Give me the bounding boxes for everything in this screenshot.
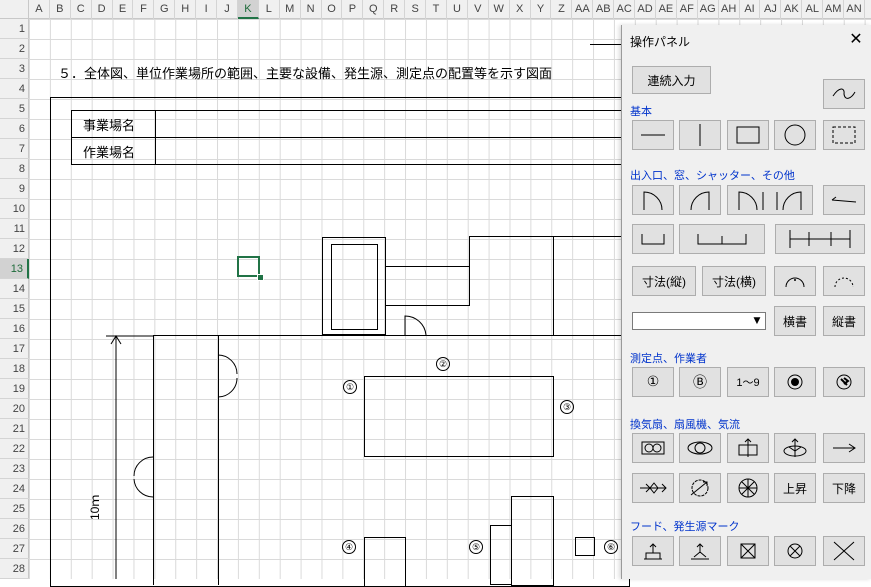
worker-icon: [836, 374, 852, 390]
dashed-rectangle-icon: [832, 126, 856, 144]
door-right-button[interactable]: [679, 185, 721, 215]
equipment-rect[interactable]: [575, 537, 595, 556]
cross-icon: [833, 541, 855, 561]
sliding-window-button[interactable]: [823, 185, 865, 215]
hood-button[interactable]: [632, 536, 674, 566]
door-right-icon: [690, 191, 710, 211]
measurement-point[interactable]: ②: [436, 357, 450, 371]
hood-icon: [644, 543, 662, 560]
arrow-line-icon: [831, 196, 857, 203]
ceiling-fan-button[interactable]: [727, 433, 769, 463]
dimension-label: 10ｍ: [88, 494, 102, 520]
canopy-hood-icon: [691, 543, 709, 560]
shutter-icon: [789, 230, 851, 248]
door-left-button[interactable]: [632, 185, 674, 215]
double-door-icon: [738, 191, 802, 211]
worker-button[interactable]: [823, 367, 865, 397]
section-ventilation: 換気扇、扇風機、気流: [630, 419, 740, 431]
dimension-horizontal-button[interactable]: 寸法(横): [702, 266, 766, 296]
section-measure: 測定点、作業者: [630, 353, 707, 365]
rise-button[interactable]: 上昇: [774, 473, 816, 503]
equipment-rect[interactable]: [364, 537, 406, 587]
dashed-arc-icon: [834, 277, 854, 288]
double-window-button[interactable]: [679, 224, 765, 254]
window-icon: [641, 234, 665, 245]
vertical-text-button[interactable]: 縦書: [823, 306, 865, 336]
measurement-point[interactable]: ①: [343, 380, 357, 394]
rotary-fan-button[interactable]: [774, 433, 816, 463]
measurement-point[interactable]: ④: [342, 540, 356, 554]
fan-icon: [687, 441, 713, 455]
boxed-x-icon: [740, 543, 756, 559]
operation-panel[interactable]: 操作パネル ✕ 連続入力 基本 出入口、窓、シャッター、その他 寸法(縦) 寸法…: [621, 25, 871, 579]
chevron-down-icon[interactable]: ▼: [751, 314, 763, 328]
rotary-fan-icon: [783, 438, 807, 457]
ceiling-fan-icon: [738, 438, 758, 457]
arc-tool-button[interactable]: [774, 266, 816, 296]
point-b-glyph: Ⓑ: [693, 375, 707, 391]
point-range-button[interactable]: 1〜9: [727, 367, 769, 397]
dimension-vertical-button[interactable]: 寸法(縦): [632, 266, 696, 296]
circled-x-icon: [787, 543, 803, 559]
duct-flow-icon: [640, 482, 667, 494]
vertical-line-button[interactable]: [679, 120, 721, 150]
window-button[interactable]: [632, 224, 674, 254]
circle-icon: [784, 124, 806, 146]
shutter-button[interactable]: [775, 224, 865, 254]
close-icon[interactable]: ✕: [846, 29, 866, 49]
source-box-button[interactable]: [727, 536, 769, 566]
double-window-icon: [697, 234, 747, 245]
canopy-hood-button[interactable]: [679, 536, 721, 566]
exhaust-fan-button[interactable]: [632, 433, 674, 463]
fall-button[interactable]: 下降: [823, 473, 865, 503]
equipment-rect[interactable]: [490, 525, 512, 585]
continuous-input-button[interactable]: 連続入力: [632, 66, 711, 94]
source-circle-button[interactable]: [774, 536, 816, 566]
swirl-flow-button[interactable]: [679, 473, 721, 503]
duct-flow-button[interactable]: [632, 473, 674, 503]
section-openings: 出入口、窓、シャッター、その他: [630, 170, 795, 182]
point-one-glyph: ①: [646, 374, 660, 390]
point-filled-button[interactable]: [774, 367, 816, 397]
curve-tool-button[interactable]: [823, 79, 865, 109]
cross-mark-button[interactable]: [823, 536, 865, 566]
equipment-rect[interactable]: [511, 496, 554, 586]
point-b-button[interactable]: Ⓑ: [679, 367, 721, 397]
fan-button[interactable]: [679, 433, 721, 463]
section-hood: フード、発生源マーク: [630, 521, 740, 533]
target-icon: [787, 374, 803, 390]
panel-title: 操作パネル: [630, 35, 691, 49]
horizontal-line-icon: [641, 134, 665, 136]
rectangle-button[interactable]: [727, 120, 769, 150]
text-style-select[interactable]: ▼: [632, 312, 766, 330]
exhaust-fan-icon: [641, 441, 665, 455]
door-left-icon: [643, 191, 663, 211]
vertical-line-icon: [699, 124, 701, 146]
point-circle-button[interactable]: ①: [632, 367, 674, 397]
arrow-right-icon: [833, 443, 856, 453]
dashed-arc-tool-button[interactable]: [823, 266, 865, 296]
measurement-point[interactable]: ③: [560, 400, 574, 414]
section-basic: 基本: [630, 106, 652, 118]
measurement-point[interactable]: ⑥: [604, 540, 618, 554]
airflow-arrow-button[interactable]: [823, 433, 865, 463]
horizontal-line-button[interactable]: [632, 120, 674, 150]
circle-button[interactable]: [774, 120, 816, 150]
equipment-rect[interactable]: [364, 376, 554, 457]
arc-icon: [785, 277, 805, 288]
dashed-rectangle-button[interactable]: [823, 120, 865, 150]
radial-fan-icon: [738, 478, 758, 498]
radial-fan-button[interactable]: [727, 473, 769, 503]
wave-icon: [832, 88, 856, 99]
double-door-button[interactable]: [727, 185, 813, 215]
measurement-point[interactable]: ⑤: [469, 540, 483, 554]
rectangle-icon: [736, 126, 760, 144]
swirl-icon: [690, 479, 709, 497]
horizontal-text-button[interactable]: 横書: [774, 306, 816, 336]
